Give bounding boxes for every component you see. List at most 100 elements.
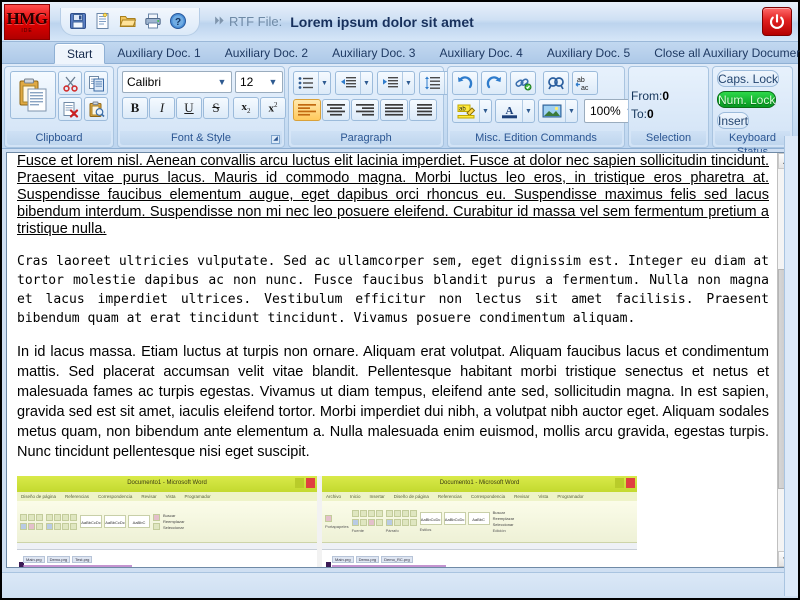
align-justify-button[interactable] bbox=[380, 99, 408, 121]
font-size-value: 12 bbox=[240, 75, 254, 89]
window-vertical-scrollbar[interactable] bbox=[784, 136, 798, 596]
subscript-button[interactable]: x2 bbox=[233, 97, 259, 119]
rtf-editor-window: HMG IDE ? ⏵⏵ RTF File: Lorem ipsum dolor… bbox=[0, 0, 800, 600]
save-icon[interactable] bbox=[67, 10, 89, 32]
line-spacing-icon[interactable] bbox=[420, 72, 444, 94]
decrease-indent-split-button[interactable]: ▼ bbox=[335, 71, 373, 95]
undo-button[interactable] bbox=[452, 71, 478, 95]
superscript-button[interactable]: x2 bbox=[260, 97, 286, 119]
text-highlight-dropdown-icon[interactable]: ▼ bbox=[479, 100, 491, 122]
underline-button[interactable]: U bbox=[176, 97, 202, 119]
bullet-list-split-button[interactable]: ▼ bbox=[293, 71, 331, 95]
strikethrough-button[interactable]: S bbox=[203, 97, 229, 119]
tab-auxiliary-doc-4[interactable]: Auxiliary Doc. 4 bbox=[427, 42, 534, 63]
tab-auxiliary-doc-5[interactable]: Auxiliary Doc. 5 bbox=[535, 42, 642, 63]
selection-to: To:0 bbox=[631, 106, 660, 122]
document-title: Lorem ipsum dolor sit amet bbox=[290, 13, 474, 30]
font-size-combo[interactable]: 12 ▼ bbox=[235, 71, 283, 93]
embedded-word-ribbon-left: AaBbCcDc AaBbCcDc AaBbC Buscar Reemplaza… bbox=[17, 501, 317, 543]
ribbon-group-label-clipboard: Clipboard bbox=[7, 131, 111, 145]
increase-indent-dropdown-icon[interactable]: ▼ bbox=[402, 72, 414, 94]
align-left-button[interactable] bbox=[293, 99, 321, 121]
font-color-split-button[interactable]: A ▼ bbox=[495, 99, 535, 123]
increase-indent-icon[interactable] bbox=[378, 72, 402, 94]
insert-image-icon[interactable] bbox=[539, 100, 565, 122]
bold-button[interactable]: B bbox=[122, 97, 148, 119]
font-color-icon[interactable]: A bbox=[496, 100, 522, 122]
ribbon-group-paragraph: ▼ ▼ ▼ Paragraph bbox=[288, 66, 457, 148]
tab-close-all-auxiliary-documents[interactable]: Close all Auxiliary Documents bbox=[642, 42, 800, 63]
decrease-indent-dropdown-icon[interactable]: ▼ bbox=[360, 72, 372, 94]
quick-access-toolbar: ? bbox=[60, 7, 200, 36]
font-color-dropdown-icon[interactable]: ▼ bbox=[522, 100, 534, 122]
tab-auxiliary-doc-1[interactable]: Auxiliary Doc. 1 bbox=[105, 42, 212, 63]
embedded-group-label: Portapapeles bbox=[325, 523, 349, 529]
replace-button[interactable]: ab ac bbox=[572, 71, 598, 95]
paste-button[interactable] bbox=[10, 71, 56, 119]
paragraph-monospace: Cras laoreet ultricies vulputate. Sed ac… bbox=[17, 254, 769, 326]
embedded-edit-action: Reemplazar bbox=[492, 516, 515, 521]
redo-button[interactable] bbox=[481, 71, 507, 95]
tab-auxiliary-doc-3[interactable]: Auxiliary Doc. 3 bbox=[320, 42, 427, 63]
chevron-down-icon: ▼ bbox=[217, 77, 227, 87]
embedded-style-item: AaBbCcDc bbox=[443, 511, 466, 525]
new-document-icon[interactable] bbox=[92, 10, 114, 32]
zoom-value: 100% bbox=[590, 104, 621, 118]
embedded-menu-item: Referencias bbox=[437, 494, 462, 499]
text-highlight-icon[interactable]: ab bbox=[453, 100, 479, 122]
embedded-word-ruler-right bbox=[322, 543, 637, 550]
align-center-button[interactable] bbox=[322, 99, 350, 121]
print-icon[interactable] bbox=[142, 10, 164, 32]
status-badge-caps-lock: Caps. Lock bbox=[717, 70, 780, 87]
ribbon-group-label-font-style: Font & Style ◢ bbox=[120, 131, 282, 145]
increase-indent-split-button[interactable]: ▼ bbox=[377, 71, 415, 95]
font-name-value: Calibri bbox=[127, 75, 162, 89]
paste-special-button[interactable] bbox=[84, 97, 108, 121]
embedded-close-icon bbox=[626, 478, 635, 488]
align-right-button[interactable] bbox=[351, 99, 379, 121]
decrease-indent-icon[interactable] bbox=[336, 72, 360, 94]
subscript-mark: 2 bbox=[247, 107, 251, 116]
italic-button[interactable]: I bbox=[149, 97, 175, 119]
font-dialog-launcher[interactable]: ◢ bbox=[271, 135, 280, 144]
close-button[interactable] bbox=[762, 7, 792, 36]
align-distributed-button[interactable] bbox=[409, 99, 437, 121]
embedded-image[interactable]: Documento1 - Microsoft Word Diseño de pá… bbox=[17, 476, 637, 567]
document-page[interactable]: Fusce et lorem nisl. Aenean convallis ar… bbox=[7, 153, 777, 567]
help-icon[interactable]: ? bbox=[167, 10, 189, 32]
svg-text:?: ? bbox=[175, 17, 181, 28]
selection-from-value: 0 bbox=[662, 89, 670, 103]
selection-from-label: From: bbox=[631, 89, 663, 103]
copy-button[interactable] bbox=[84, 71, 108, 95]
ribbon-group-label-paragraph: Paragraph bbox=[291, 131, 441, 145]
font-name-combo[interactable]: Calibri ▼ bbox=[122, 71, 232, 93]
title-separator-icon: ⏵⏵ bbox=[214, 15, 224, 27]
superscript-mark: 2 bbox=[274, 101, 278, 110]
insert-link-button[interactable] bbox=[510, 71, 536, 95]
bullet-list-dropdown-icon[interactable]: ▼ bbox=[318, 72, 330, 94]
embedded-word-ruler-left bbox=[17, 543, 317, 550]
find-button[interactable] bbox=[543, 71, 569, 95]
insert-image-split-button[interactable]: ▼ bbox=[538, 99, 578, 123]
selection-from: From:0 bbox=[631, 88, 675, 104]
embedded-edit-action: Buscar bbox=[492, 510, 506, 515]
insert-image-dropdown-icon[interactable]: ▼ bbox=[565, 100, 577, 122]
app-logo: HMG IDE bbox=[4, 3, 50, 40]
embedded-style-item: AaBbC bbox=[467, 511, 490, 525]
embedded-edit-action: Seleccionar bbox=[163, 525, 184, 530]
open-folder-icon[interactable] bbox=[117, 10, 139, 32]
embedded-word-window-controls bbox=[295, 478, 315, 488]
embedded-word-window-right: Documento1 - Microsoft Word Archivo Inic… bbox=[322, 476, 637, 567]
text-highlight-split-button[interactable]: ab ▼ bbox=[452, 99, 492, 123]
cut-button[interactable] bbox=[58, 71, 82, 95]
embedded-menu-item: Inicio bbox=[350, 494, 361, 499]
tab-auxiliary-doc-2[interactable]: Auxiliary Doc. 2 bbox=[213, 42, 320, 63]
delete-button[interactable] bbox=[58, 97, 82, 121]
embedded-menu-item: Diseño de página bbox=[21, 494, 57, 499]
chevron-down-icon: ▼ bbox=[268, 77, 278, 87]
embedded-style-item: AaBbCcDc bbox=[104, 515, 126, 528]
ribbon-group-keyboard-status: Caps. Lock Num. Lock Insert Keyboard Sta… bbox=[712, 66, 793, 158]
bullet-list-icon[interactable] bbox=[294, 72, 318, 94]
tab-start[interactable]: Start bbox=[54, 43, 106, 64]
embedded-word-title: Documento1 - Microsoft Word bbox=[439, 480, 520, 486]
